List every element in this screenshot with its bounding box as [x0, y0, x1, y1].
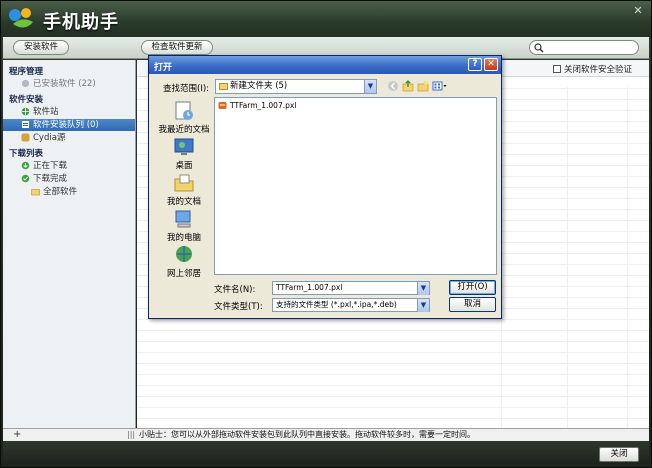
folder-icon: [31, 189, 40, 196]
dialog-title-bar: 打开 ? ✕: [149, 56, 501, 74]
checkbox-box: [553, 65, 561, 73]
title-bar: 手机助手 ✕: [1, 1, 651, 37]
disable-verify-checkbox[interactable]: 关闭软件安全验证: [553, 63, 632, 75]
chevron-down-icon[interactable]: ▼: [364, 80, 376, 93]
network-icon: [176, 246, 192, 262]
table-row: [137, 352, 649, 353]
table-row: [137, 363, 649, 364]
sidebar-item-installed[interactable]: 已安装软件 (22): [3, 78, 135, 90]
open-file-dialog: 打开 ? ✕ 查找范围(I): 新建文件夹 (5) ▼ 我最近的文档 桌面 我的…: [148, 55, 502, 319]
grid-column-line: [567, 87, 568, 428]
sidebar-item-cydia[interactable]: Cydia源: [3, 132, 135, 144]
table-row: [137, 341, 649, 342]
download-done-icon: [21, 174, 30, 183]
filename-label: 文件名(N):: [214, 285, 256, 295]
globe-icon: [21, 107, 30, 116]
sidebar-group-install: 软件安装: [9, 95, 44, 105]
window-close-icon[interactable]: ✕: [631, 5, 645, 17]
folder-icon: [219, 83, 228, 90]
filetype-label: 文件类型(T):: [214, 302, 263, 312]
up-folder-icon[interactable]: [402, 80, 414, 92]
sidebar-item-install-queue[interactable]: 软件安装队列 (0): [3, 119, 135, 131]
sidebar-item-software-station[interactable]: 软件站: [3, 106, 135, 118]
file-list[interactable]: TTFarm_1.007.pxl: [214, 97, 497, 275]
download-icon: [21, 161, 30, 170]
recent-documents-icon: [175, 101, 193, 120]
place-network[interactable]: 网上邻居: [155, 244, 213, 280]
close-button[interactable]: 关闭: [599, 447, 639, 462]
cancel-button[interactable]: 取消: [449, 297, 496, 312]
back-icon[interactable]: [387, 80, 399, 92]
check-update-button[interactable]: 检查软件更新: [141, 40, 213, 55]
table-row: [137, 374, 649, 375]
splitter-grip[interactable]: |||: [127, 429, 135, 441]
bottom-bar: 关闭: [3, 441, 649, 467]
look-in-dropdown[interactable]: 新建文件夹 (5) ▼: [215, 79, 377, 94]
view-menu-icon[interactable]: [432, 80, 448, 92]
dialog-close-button[interactable]: ✕: [484, 58, 498, 71]
open-button[interactable]: 打开(O): [449, 280, 496, 295]
filename-input[interactable]: TTFarm_1.007.pxl ▼: [272, 281, 430, 295]
filetype-select[interactable]: 支持的文件类型 (*.pxl,*.ipa,*.deb) ▼: [272, 298, 430, 312]
table-row: [137, 330, 649, 331]
search-input[interactable]: [529, 40, 639, 55]
phone-icon: [21, 79, 30, 88]
place-my-documents[interactable]: 我的文档: [155, 172, 213, 208]
table-row: [137, 385, 649, 386]
desktop-icon: [174, 138, 194, 155]
tip-text: 小贴士：您可以从外部拖动软件安装包到此队列中直接安装。拖动软件较多时，需要一定时…: [139, 430, 475, 439]
app-logo-icon: [9, 8, 33, 28]
place-recent-documents[interactable]: 我最近的文档: [155, 100, 213, 136]
look-in-label: 查找范围(I):: [163, 84, 210, 94]
app-title: 手机助手: [43, 12, 119, 33]
sidebar-item-all-software[interactable]: 全部软件: [3, 186, 135, 198]
chevron-down-icon[interactable]: ▼: [417, 282, 429, 295]
my-documents-icon: [174, 174, 194, 192]
places-bar: 我最近的文档 桌面 我的文档 我的电脑 网上邻居: [155, 98, 213, 280]
status-bar: + ||| 小贴士：您可以从外部拖动软件安装包到此队列中直接安装。拖动软件较多时…: [3, 428, 649, 441]
sidebar-group-program: 程序管理: [9, 67, 44, 77]
file-item[interactable]: TTFarm_1.007.pxl: [218, 100, 296, 111]
cydia-icon: [21, 133, 30, 142]
table-row: [137, 407, 649, 408]
sidebar-item-download-done[interactable]: 下载完成: [3, 173, 135, 185]
dialog-title: 打开: [154, 63, 173, 73]
sidebar: 程序管理 已安装软件 (22) 软件安装 软件站 软件安装队列 (0) Cydi…: [3, 60, 136, 428]
table-row: [137, 319, 649, 320]
place-desktop[interactable]: 桌面: [155, 136, 213, 172]
grid-column-line: [627, 87, 628, 428]
package-file-icon: [218, 102, 227, 109]
new-folder-icon[interactable]: [417, 80, 429, 92]
search-icon: [534, 43, 544, 53]
table-row: [137, 396, 649, 397]
table-row: [137, 418, 649, 419]
add-icon[interactable]: +: [13, 429, 21, 441]
my-computer-icon: [175, 210, 191, 228]
help-button[interactable]: ?: [468, 58, 482, 71]
queue-icon: [22, 121, 29, 128]
install-software-button[interactable]: 安装软件: [13, 40, 69, 55]
sidebar-item-downloading[interactable]: 正在下载: [3, 160, 135, 172]
chevron-down-icon[interactable]: ▼: [417, 299, 429, 312]
place-my-computer[interactable]: 我的电脑: [155, 208, 213, 244]
sidebar-group-downloads: 下载列表: [9, 149, 44, 159]
